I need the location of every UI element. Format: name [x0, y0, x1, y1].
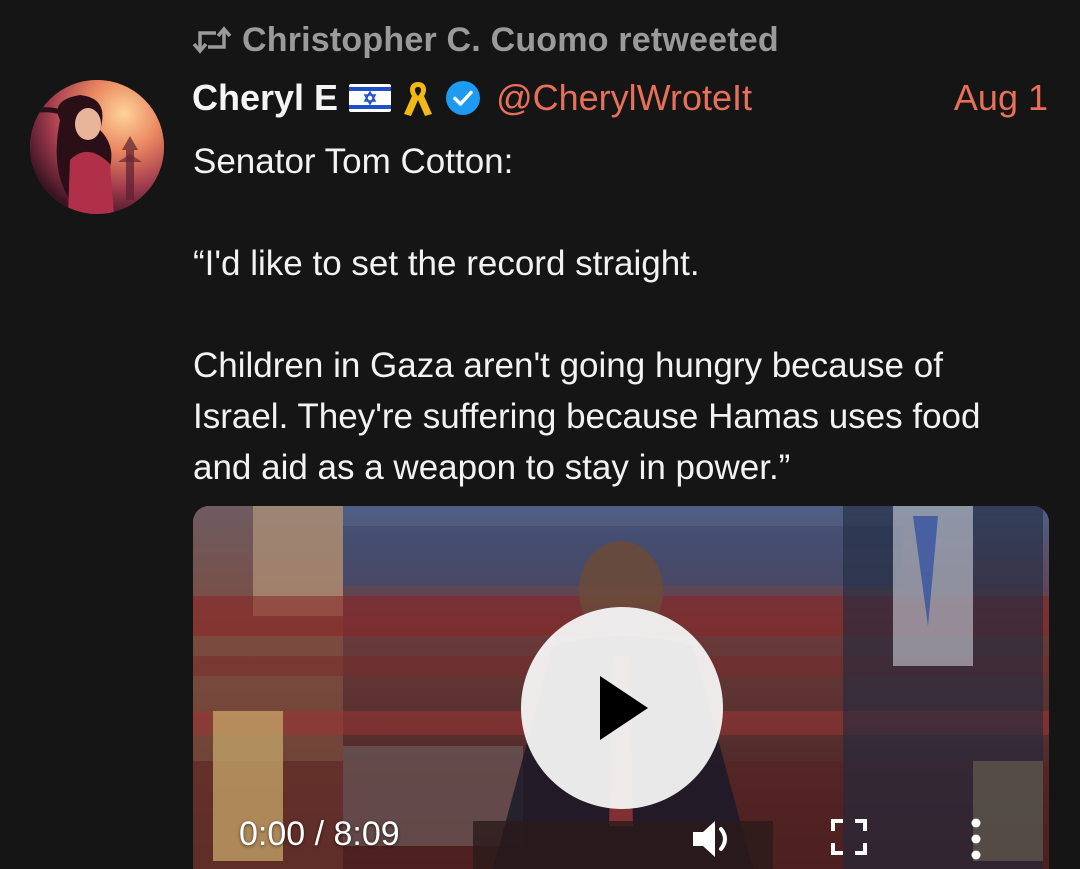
yellow-ribbon-icon: [400, 78, 436, 118]
avatar[interactable]: [30, 80, 164, 214]
tweet-header: Cheryl E @CherylWroteIt: [192, 72, 1052, 124]
israel-flag-icon: [348, 83, 392, 113]
video-time: 0:00 / 8:09: [239, 815, 400, 853]
tweet-line: “I'd like to set the record straight.: [193, 244, 700, 283]
tweet-date[interactable]: Aug 1: [954, 72, 1048, 124]
video-player[interactable]: 0:00 / 8:09: [193, 506, 1049, 869]
display-name[interactable]: Cheryl E: [192, 77, 338, 119]
tweet-line: Children in Gaza aren't going hungry bec…: [193, 346, 991, 487]
tweet-line-blank: [193, 187, 1043, 238]
user-handle[interactable]: @CherylWroteIt: [496, 77, 752, 119]
verified-badge-icon: [444, 79, 482, 117]
retweet-icon: [192, 24, 236, 56]
play-icon: [592, 672, 652, 744]
retweet-label: Christopher C. Cuomo retweeted: [242, 20, 779, 59]
play-button[interactable]: [521, 607, 723, 809]
fullscreen-icon[interactable]: [829, 817, 869, 857]
video-controls: 0:00 / 8:09: [193, 807, 1049, 869]
more-options-icon[interactable]: [969, 817, 983, 861]
retweet-indicator[interactable]: Christopher C. Cuomo retweeted: [192, 18, 779, 62]
tweet-line: Senator Tom Cotton:: [193, 142, 514, 181]
tweet-line-blank: [193, 289, 1043, 340]
tweet-card: Christopher C. Cuomo retweeted Cheryl E: [0, 0, 1080, 869]
volume-icon[interactable]: [689, 817, 739, 861]
tweet-text: Senator Tom Cotton: “I'd like to set the…: [193, 136, 1043, 493]
